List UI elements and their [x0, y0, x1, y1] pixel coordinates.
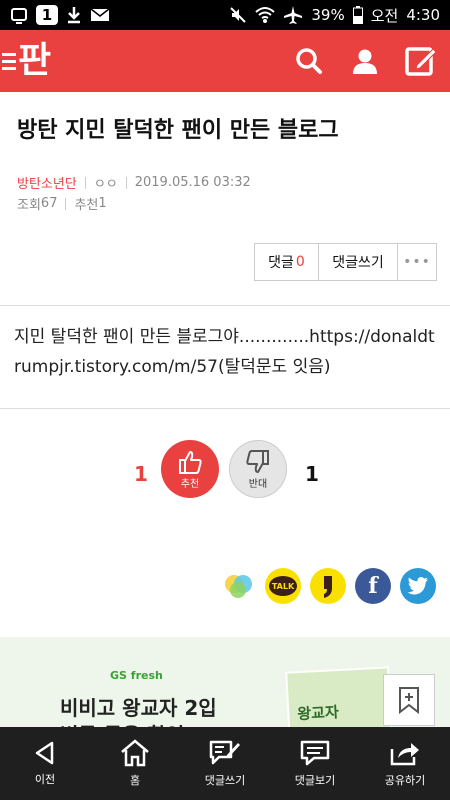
post-stats: 조회 67 추천 1 [17, 194, 107, 213]
user-icon [353, 49, 377, 74]
band-icon [225, 575, 252, 598]
home-icon [121, 739, 149, 767]
kakaotalk-icon: TALK [269, 576, 297, 596]
ad-subheadline: 번들 묶음 할인 [60, 719, 184, 727]
share-kakaostory-button[interactable] [310, 568, 346, 604]
nav-label: 홈 [129, 774, 141, 787]
bottom-navigation: 이전 홈 댓글쓰기 댓글보기 공유하기 [0, 727, 450, 800]
ad-product-label: 왕교자 [296, 703, 340, 724]
write-comment-icon [209, 740, 240, 765]
divider [0, 305, 450, 306]
post-category-link[interactable]: 방탄소년단 [17, 173, 77, 192]
search-icon [296, 48, 322, 74]
screen-mirror-icon [10, 6, 28, 24]
post-meta: 방탄소년단 ㅇㅇ 2019.05.16 03:32 [17, 173, 251, 192]
ad-headline: 비비고 왕교자 2입 [60, 696, 217, 720]
nav-label: 공유하기 [384, 774, 426, 787]
oppose-label: 반대 [248, 478, 268, 490]
write-post-button[interactable] [404, 44, 438, 78]
more-options-button[interactable]: ••• [398, 244, 436, 280]
thumbs-up-icon [179, 450, 202, 474]
kakaostory-icon [324, 576, 332, 598]
menu-logo-button[interactable]: 판 [0, 36, 51, 86]
share-icon [390, 743, 419, 766]
facebook-icon: f [368, 573, 378, 599]
airplane-icon [283, 5, 303, 25]
notification-count-badge: 1 [36, 5, 58, 25]
post-content: 지민 탈덕한 팬이 만든 블로그야.............https://do… [14, 327, 435, 377]
edit-icon [405, 47, 437, 76]
ad-brand: GS fresh [110, 669, 163, 682]
bookmark-button[interactable] [383, 674, 435, 726]
views-label: 조회 [17, 198, 41, 213]
twitter-icon [407, 577, 428, 595]
download-icon [66, 6, 82, 24]
status-bar: 1 39% 오전 4:30 [0, 0, 450, 30]
views-count: 67 [40, 196, 58, 211]
recommend-button[interactable]: 추천 [161, 440, 219, 498]
divider [84, 176, 86, 189]
battery-icon [352, 6, 363, 24]
post-date: 2019.05.16 03:32 [134, 175, 251, 190]
share-kakaotalk-button[interactable]: TALK [265, 568, 301, 604]
nav-back-button[interactable]: 이전 [0, 727, 90, 800]
nav-write-comment-button[interactable]: 댓글쓰기 [180, 727, 270, 800]
divider [125, 176, 127, 189]
oppose-button[interactable]: 반대 [229, 440, 287, 498]
nav-label: 댓글보기 [294, 774, 336, 787]
comment-button-group: 댓글 0 댓글쓰기 ••• [254, 243, 437, 281]
ad-product-image: 왕교자 [285, 666, 393, 727]
recommend-count: 1 [98, 196, 107, 211]
profile-button[interactable] [348, 44, 382, 78]
oppose-vote-count: 1 [305, 462, 319, 486]
recommend-label: 추천 [180, 478, 200, 490]
logo: 판 [18, 40, 52, 81]
divider [65, 197, 67, 210]
divider [0, 408, 450, 409]
view-comments-icon [300, 740, 330, 766]
thumbs-down-icon [246, 449, 269, 473]
clock-ampm: 오전 [370, 6, 399, 25]
nav-label: 이전 [34, 773, 56, 786]
search-button[interactable] [292, 44, 326, 78]
post-title: 방탄 지민 탈덕한 팬이 만든 블로그 [17, 118, 339, 143]
recommend-label: 추천 [74, 198, 99, 213]
share-band-button[interactable] [221, 568, 257, 604]
recommend-vote-count: 1 [134, 462, 148, 486]
bookmark-add-icon [399, 687, 419, 714]
mute-icon [229, 6, 247, 24]
menu-icon [2, 52, 16, 70]
clock-time: 4:30 [406, 6, 440, 24]
nav-view-comments-button[interactable]: 댓글보기 [270, 727, 360, 800]
nav-label: 댓글쓰기 [204, 774, 246, 787]
comments-count: 0 [295, 254, 305, 270]
write-comment-button[interactable]: 댓글쓰기 [319, 244, 398, 280]
back-icon [35, 741, 54, 765]
wifi-icon [255, 6, 276, 24]
nav-home-button[interactable]: 홈 [90, 727, 180, 800]
top-app-bar: 판 [0, 30, 450, 92]
share-facebook-button[interactable]: f [355, 568, 391, 604]
share-twitter-button[interactable] [400, 568, 436, 604]
battery-percent: 39% [311, 6, 345, 24]
post-author: ㅇㅇ [93, 177, 118, 192]
comments-button[interactable]: 댓글 0 [255, 244, 319, 280]
mail-icon [90, 7, 110, 23]
nav-share-button[interactable]: 공유하기 [360, 727, 450, 800]
comments-label: 댓글 [268, 255, 294, 271]
